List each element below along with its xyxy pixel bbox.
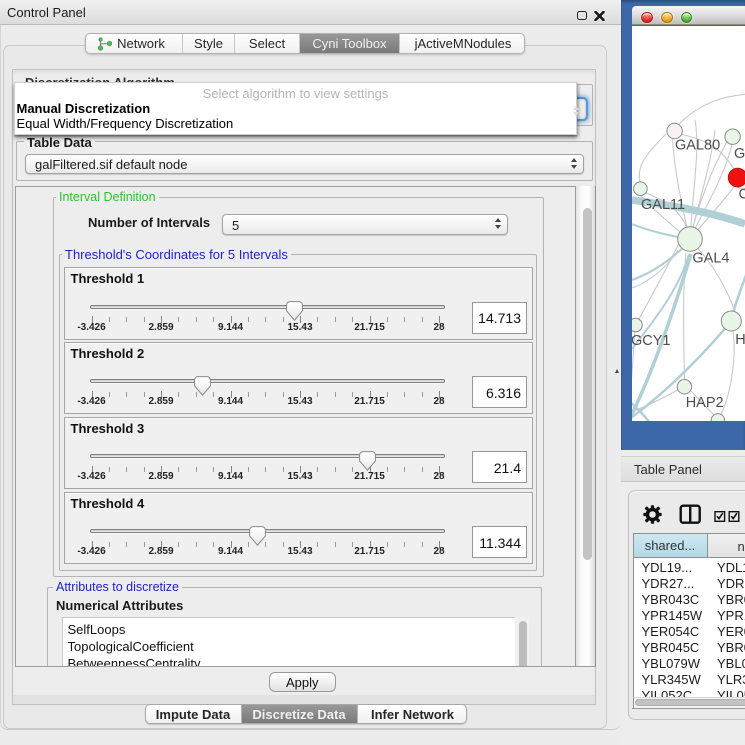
svg-text:GCY1: GCY1 bbox=[632, 333, 671, 349]
svg-text:HAP2: HAP2 bbox=[686, 395, 724, 411]
svg-text:GAL4: GAL4 bbox=[692, 251, 729, 267]
svg-text:H: H bbox=[735, 332, 745, 348]
svg-text:GAL11: GAL11 bbox=[641, 197, 685, 213]
svg-text:GAL80: GAL80 bbox=[675, 138, 720, 154]
svg-text:GA: GA bbox=[734, 146, 745, 162]
svg-text:C: C bbox=[739, 187, 745, 203]
